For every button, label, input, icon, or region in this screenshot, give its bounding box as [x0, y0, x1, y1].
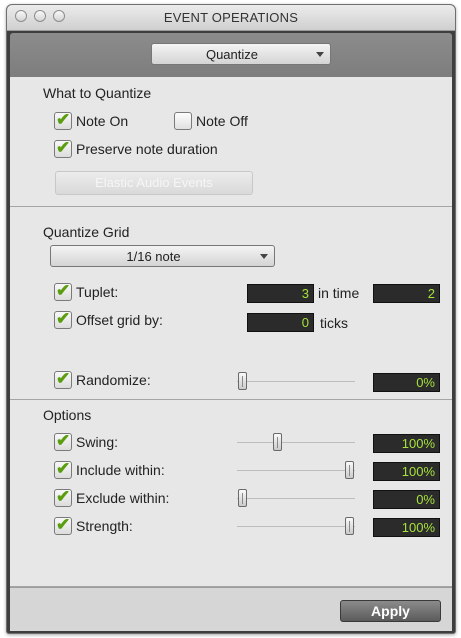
checkbox[interactable]: ✔ [54, 459, 72, 479]
randomize-checkbox[interactable]: ✔ Randomize: [54, 369, 244, 390]
note-off-checkbox[interactable]: Note Off [174, 111, 294, 131]
include-within-label: Include within: [76, 462, 165, 478]
checkbox[interactable] [174, 112, 192, 130]
ticks-label: ticks [320, 315, 348, 331]
offset-grid-label: Offset grid by: [76, 312, 163, 328]
note-on-label: Note On [76, 113, 129, 129]
swing-value-field[interactable]: 100% [373, 434, 440, 453]
section-title-options: Options [43, 407, 92, 423]
strength-slider[interactable] [237, 516, 355, 536]
checkbox[interactable]: ✔ [54, 369, 72, 389]
checkbox[interactable]: ✔ [54, 110, 72, 130]
slider-knob[interactable] [273, 433, 282, 451]
exclude-within-slider[interactable] [237, 488, 355, 508]
operation-popup[interactable]: Quantize [151, 43, 331, 65]
title-bar: EVENT OPERATIONS [7, 5, 455, 31]
in-time-field[interactable]: 2 [373, 284, 440, 303]
tuplet-count-field[interactable]: 3 [247, 284, 314, 303]
exclude-within-checkbox[interactable]: ✔ Exclude within: [54, 487, 234, 508]
exclude-within-value-field[interactable]: 0% [373, 490, 440, 509]
checkbox[interactable]: ✔ [54, 309, 72, 329]
randomize-label: Randomize: [76, 372, 151, 388]
checkmark-icon: ✔ [56, 487, 71, 506]
randomize-slider[interactable] [237, 371, 355, 391]
slider-track [237, 498, 355, 499]
swing-label: Swing: [76, 434, 119, 450]
checkmark-icon: ✔ [56, 309, 71, 328]
swing-checkbox[interactable]: ✔ Swing: [54, 431, 234, 452]
checkmark-icon: ✔ [56, 431, 71, 450]
slider-track [237, 526, 355, 527]
strength-label: Strength: [76, 518, 133, 534]
checkbox[interactable]: ✔ [54, 431, 72, 451]
randomize-value-field[interactable]: 0% [373, 373, 440, 392]
checkbox[interactable]: ✔ [54, 487, 72, 507]
swing-slider[interactable] [237, 432, 355, 452]
exclude-within-label: Exclude within: [76, 490, 170, 506]
section-title-what-to-quantize: What to Quantize [43, 85, 152, 101]
tuplet-label: Tuplet: [76, 284, 119, 300]
strength-value-field[interactable]: 100% [373, 518, 440, 537]
checkmark-icon: ✔ [56, 138, 71, 157]
slider-track [237, 442, 355, 443]
offset-ticks-field[interactable]: 0 [247, 313, 314, 332]
slider-knob[interactable] [345, 517, 354, 535]
window-title: EVENT OPERATIONS [163, 10, 299, 25]
note-on-checkbox[interactable]: ✔ Note On [54, 110, 174, 131]
checkbox[interactable]: ✔ [54, 281, 72, 301]
slider-knob[interactable] [238, 372, 247, 390]
event-operations-window: EVENT OPERATIONS Quantize What to Quanti… [6, 4, 456, 634]
elastic-audio-events-button: Elastic Audio Events [55, 171, 253, 195]
grid-value-popup[interactable]: 1/16 note [50, 245, 275, 267]
bottom-bar: Apply [10, 587, 452, 631]
operation-selector-strip: Quantize [10, 33, 452, 77]
note-off-label: Note Off [196, 113, 248, 129]
preserve-duration-label: Preserve note duration [76, 141, 218, 157]
operation-popup-value: Quantize [205, 47, 259, 62]
checkbox[interactable]: ✔ [54, 138, 72, 158]
include-within-slider[interactable] [237, 460, 355, 480]
chevron-down-icon [260, 254, 268, 259]
quantize-grid-section: Quantize Grid 1/16 note ✔ Tuplet: 3 in t… [10, 207, 452, 400]
checkbox[interactable]: ✔ [54, 515, 72, 535]
checkmark-icon: ✔ [56, 459, 71, 478]
preserve-duration-checkbox[interactable]: ✔ Preserve note duration [54, 138, 294, 159]
apply-button[interactable]: Apply [340, 600, 441, 622]
include-within-checkbox[interactable]: ✔ Include within: [54, 459, 234, 480]
grid-popup-value: 1/16 note [126, 249, 181, 264]
chevron-down-icon [316, 52, 324, 57]
strength-checkbox[interactable]: ✔ Strength: [54, 515, 234, 536]
slider-track [237, 381, 355, 382]
checkmark-icon: ✔ [56, 281, 71, 300]
slider-knob[interactable] [345, 461, 354, 479]
checkmark-icon: ✔ [56, 369, 71, 388]
slider-knob[interactable] [238, 489, 247, 507]
options-section: Options ✔ Swing: 100% ✔ Include within: … [10, 400, 452, 587]
tuplet-checkbox[interactable]: ✔ Tuplet: [54, 281, 234, 302]
checkmark-icon: ✔ [56, 110, 71, 129]
checkmark-icon: ✔ [56, 515, 71, 534]
offset-grid-checkbox[interactable]: ✔ Offset grid by: [54, 309, 244, 330]
slider-track [237, 470, 355, 471]
section-title-quantize-grid: Quantize Grid [43, 224, 130, 240]
in-time-label: in time [318, 285, 360, 301]
include-within-value-field[interactable]: 100% [373, 462, 440, 481]
